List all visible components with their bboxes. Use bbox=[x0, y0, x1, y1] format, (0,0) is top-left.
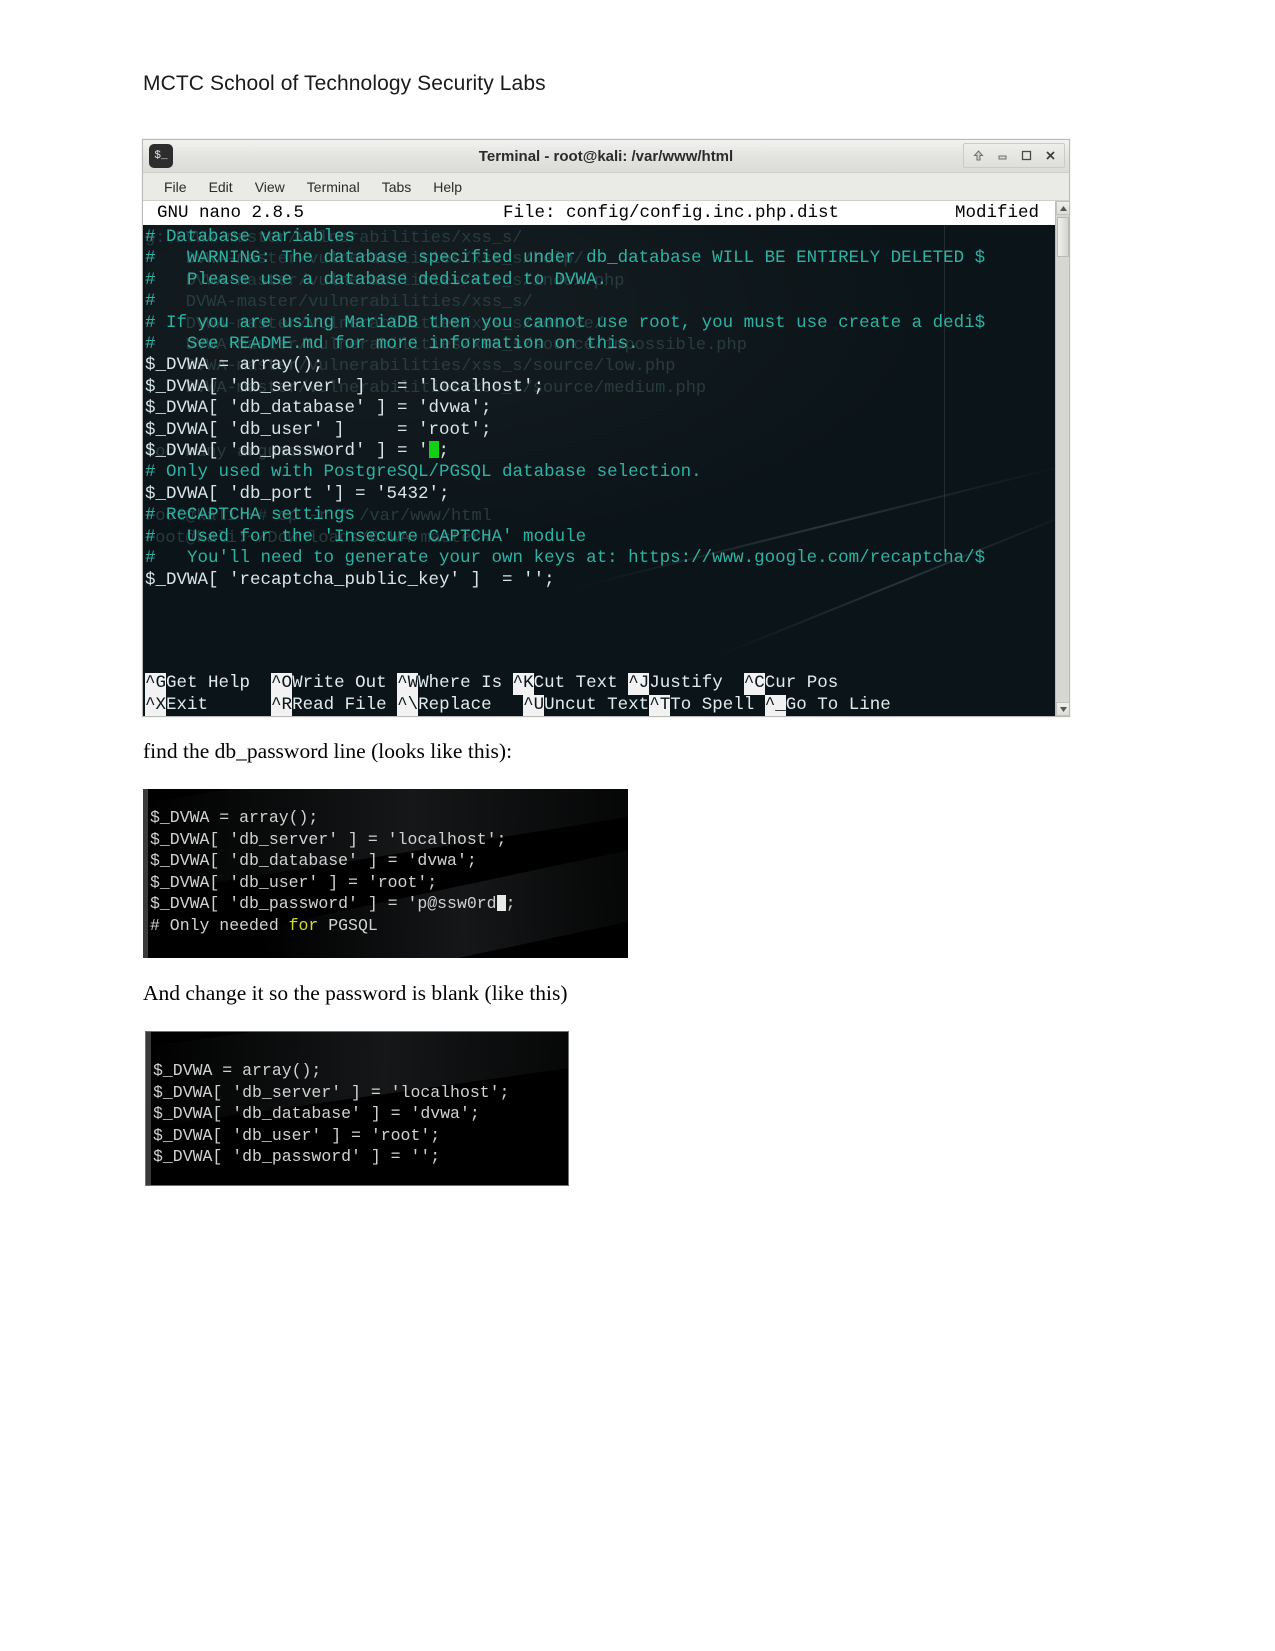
shortcut-label[interactable]: Uncut Text bbox=[544, 695, 649, 715]
comment-suffix: PGSQL bbox=[318, 915, 378, 935]
code-line: # Used for the 'Insecure CAPTCHA' module bbox=[145, 526, 587, 547]
terminal-title: Terminal - root@kali: /var/www/html bbox=[478, 147, 734, 165]
comment-prefix: # Only needed bbox=[150, 915, 289, 935]
nano-modified-flag: Modified bbox=[954, 203, 1039, 223]
code-line: $_DVWA[ 'db_server' ] = 'localhost'; bbox=[145, 376, 545, 397]
nano-text-area[interactable]: g: DVWA-master/vulnerabilities/xss_s/ DV… bbox=[143, 225, 1067, 680]
db-password-tail: ; bbox=[438, 441, 450, 462]
code-line: $_DVWA = array(); bbox=[145, 355, 324, 376]
terminal-icon: $_ bbox=[149, 144, 173, 168]
shortcut-label[interactable]: Get Help bbox=[166, 673, 250, 693]
nano-shortcut-row-2: ^XExit ^RRead File ^\Replace ^UUncut Tex… bbox=[145, 694, 1069, 716]
nano-shortcut-row-1: ^GGet Help ^OWrite Out ^WWhere Is ^KCut … bbox=[145, 673, 1069, 695]
code-line: $_DVWA[ 'db_user' ] = 'root'; bbox=[145, 419, 492, 440]
nano-file-name: File: config/config.inc.php.dist bbox=[503, 203, 840, 223]
shortcut-label[interactable]: Go To Line bbox=[786, 695, 891, 715]
code-line: # Only used with PostgreSQL/PGSQL databa… bbox=[145, 462, 702, 483]
snippet-line: $_DVWA[ 'db_database' ] = 'dvwa'; bbox=[153, 1104, 480, 1123]
db-password-value: p@ssw0rd bbox=[417, 894, 497, 913]
snippet-line: $_DVWA[ 'db_database' ] = 'dvwa'; bbox=[150, 851, 477, 870]
menu-tabs[interactable]: Tabs bbox=[373, 177, 421, 197]
shortcut-label[interactable]: Exit bbox=[166, 695, 208, 715]
text-cursor bbox=[496, 895, 506, 911]
shortcut-label[interactable]: To Spell bbox=[670, 695, 754, 715]
snippet-line: $_DVWA = array(); bbox=[150, 808, 319, 827]
shortcut-label[interactable]: Cut Text bbox=[534, 673, 618, 693]
snippet-edge bbox=[146, 1032, 151, 1185]
minimize-button[interactable] bbox=[991, 145, 1013, 166]
shortcut-key[interactable]: ^X bbox=[145, 694, 167, 716]
snippet-line-db-password: $_DVWA[ 'db_password' ] = 'p@ssw0rd; bbox=[150, 893, 628, 915]
shortcut-key[interactable]: ^J bbox=[628, 673, 650, 695]
snippet-line: $_DVWA[ 'db_user' ] = 'root'; bbox=[150, 872, 438, 892]
shortcut-label[interactable]: Replace bbox=[418, 695, 492, 715]
menu-help[interactable]: Help bbox=[424, 177, 471, 197]
shortcut-label[interactable]: Where Is bbox=[418, 673, 502, 693]
shortcut-key[interactable]: ^U bbox=[523, 694, 545, 716]
nano-editor[interactable]: GNU nano 2.8.5 File: config/config.inc.p… bbox=[143, 201, 1069, 716]
nano-header: GNU nano 2.8.5 File: config/config.inc.p… bbox=[143, 201, 1067, 225]
shade-button[interactable] bbox=[967, 145, 989, 166]
shortcut-key[interactable]: ^\ bbox=[397, 694, 419, 716]
snippet-line: $_DVWA[ 'db_user' ] = 'root'; bbox=[153, 1125, 441, 1145]
scroll-up-arrow-icon[interactable] bbox=[1056, 201, 1069, 215]
code-line: # See README.md for more information on … bbox=[145, 334, 639, 355]
scroll-down-arrow-icon[interactable] bbox=[1056, 702, 1069, 716]
code-line: # bbox=[145, 291, 156, 312]
code-line: # ReCAPTCHA settings bbox=[145, 505, 356, 526]
terminal-window: $_ Terminal - root@kali: /var/www/html F… bbox=[142, 139, 1070, 717]
text-cursor bbox=[428, 441, 439, 459]
code-line: # You'll need to generate your own keys … bbox=[145, 548, 986, 569]
menu-edit[interactable]: Edit bbox=[200, 177, 242, 197]
shortcut-label[interactable]: Read File bbox=[292, 695, 387, 715]
terminal-menubar: File Edit View Terminal Tabs Help bbox=[143, 173, 1069, 201]
page-title: MCTC School of Technology Security Labs bbox=[143, 72, 546, 95]
code-line: # Please use a database dedicated to DVW… bbox=[145, 269, 608, 290]
snippet-line: $_DVWA = array(); bbox=[153, 1061, 322, 1080]
shortcut-key[interactable]: ^O bbox=[271, 673, 293, 695]
menu-view[interactable]: View bbox=[246, 177, 294, 197]
menu-terminal[interactable]: Terminal bbox=[298, 177, 369, 197]
shortcut-key[interactable]: ^C bbox=[743, 673, 765, 695]
code-line: $_DVWA[ 'db_port '] = '5432'; bbox=[145, 483, 450, 504]
db-password-suffix: ; bbox=[505, 894, 516, 913]
code-line: $_DVWA[ 'recaptcha_public_key' ] = ''; bbox=[145, 569, 555, 590]
shortcut-key[interactable]: ^W bbox=[397, 673, 419, 695]
snippet-line-db-password: $_DVWA[ 'db_password' ] = ''; bbox=[153, 1147, 441, 1166]
code-line: # Database variables bbox=[145, 227, 356, 247]
window-controls bbox=[963, 143, 1065, 168]
code-line: # WARNING: The database specified under … bbox=[145, 248, 986, 269]
nano-shortcut-bar: ^GGet Help ^OWrite Out ^WWhere Is ^KCut … bbox=[143, 673, 1069, 716]
shortcut-key[interactable]: ^G bbox=[145, 673, 167, 695]
db-password-text: $_DVWA[ 'db_password' ] = ' bbox=[145, 441, 429, 462]
instruction-paragraph-1: find the db_password line (looks like th… bbox=[143, 739, 513, 763]
menu-file[interactable]: File bbox=[155, 177, 196, 197]
code-line: $_DVWA[ 'db_database' ] = 'dvwa'; bbox=[145, 398, 492, 419]
code-line-db-password: $_DVWA[ 'db_password' ] = '; bbox=[145, 441, 1067, 462]
shortcut-label[interactable]: Write Out bbox=[292, 673, 387, 693]
snippet-edge bbox=[143, 789, 148, 958]
shortcut-key[interactable]: ^_ bbox=[764, 694, 786, 716]
snippet-line-comment: # Only needed for PGSQL bbox=[150, 915, 628, 937]
shortcut-label[interactable]: Justify bbox=[649, 673, 723, 693]
maximize-button[interactable] bbox=[1015, 145, 1037, 166]
shortcut-key[interactable]: ^R bbox=[271, 694, 293, 716]
shortcut-key[interactable]: ^K bbox=[512, 673, 534, 695]
instruction-paragraph-2: And change it so the password is blank (… bbox=[143, 981, 568, 1005]
code-line: # If you are using MariaDB then you cann… bbox=[145, 312, 986, 333]
shortcut-key[interactable]: ^T bbox=[649, 694, 671, 716]
code-screenshot-before: $_DVWA = array(); $_DVWA[ 'db_server' ] … bbox=[143, 789, 628, 958]
db-password-prefix: $_DVWA[ 'db_password' ] = ' bbox=[150, 894, 418, 913]
terminal-titlebar[interactable]: $_ Terminal - root@kali: /var/www/html bbox=[143, 140, 1069, 173]
code-screenshot-after: $_DVWA = array(); $_DVWA[ 'db_server' ] … bbox=[145, 1031, 569, 1186]
comment-keyword: for bbox=[288, 915, 319, 935]
nano-version: GNU nano 2.8.5 bbox=[157, 203, 305, 223]
snippet-line: $_DVWA[ 'db_server' ] = 'localhost'; bbox=[150, 829, 507, 849]
shortcut-label[interactable]: Cur Pos bbox=[765, 673, 839, 693]
snippet-line: $_DVWA[ 'db_server' ] = 'localhost'; bbox=[153, 1082, 510, 1102]
close-button[interactable] bbox=[1039, 145, 1061, 166]
